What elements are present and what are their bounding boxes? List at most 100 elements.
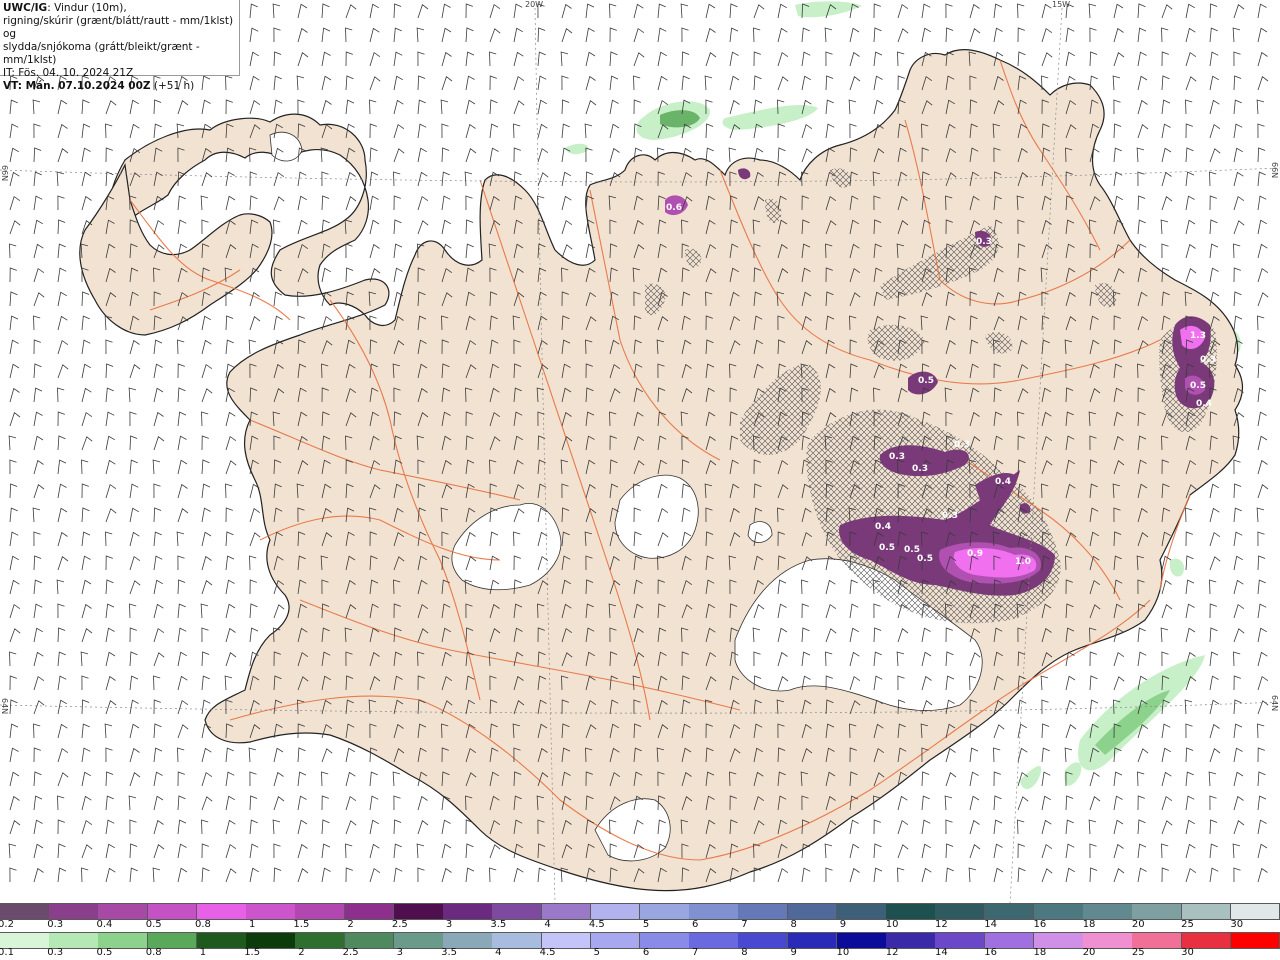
legend-swatch <box>1230 933 1280 948</box>
legend-label: 25 <box>1181 919 1194 930</box>
legend-swatch <box>689 904 739 919</box>
legend-label: 0.4 <box>96 919 113 930</box>
snow-value-label: 0.4 <box>875 522 891 532</box>
legend-swatch <box>1181 933 1232 948</box>
legend-swatch <box>984 933 1035 948</box>
legend-label: 10 <box>885 919 899 930</box>
legend-swatch <box>590 904 641 919</box>
legend-label: 16 <box>984 947 997 958</box>
snow-value-label: 0.3 <box>954 440 970 450</box>
legend-label: 2.5 <box>342 947 359 958</box>
legend-swatch <box>1033 904 1084 919</box>
lon-label-20w: 20W <box>525 0 544 9</box>
legend-label: 4 <box>544 919 551 930</box>
snow-value-label: 0.5 <box>917 554 933 564</box>
legend-label: 7 <box>692 947 699 958</box>
legend-swatch <box>935 933 986 948</box>
legend-swatch <box>886 933 936 948</box>
legend-label: 0.8 <box>194 919 211 930</box>
snow-value-label: 0.3 <box>942 511 958 521</box>
snow-value-label: 0.3 <box>976 237 992 247</box>
legend-swatch <box>196 933 247 948</box>
legend-swatch <box>836 933 887 948</box>
info-line-2: rigning/skúrir (grænt/blátt/rautt - mm/1… <box>3 15 234 40</box>
legend-label: 5 <box>593 947 600 958</box>
legend-swatch <box>1132 904 1183 919</box>
valid-time: VT: Mán. 07.10.2024 00Z (+51 h) <box>3 80 236 93</box>
legend-label: 0.5 <box>96 947 113 958</box>
rain-legend-labels: 0.1 0.3 0.5 0.8 1 1.5 2 2.5 3 3.5 4 4.5 5 6 7 8 9 10 12 14 1… <box>0 947 1280 959</box>
legend-label: 0.5 <box>145 919 162 930</box>
legend-label: 14 <box>935 947 948 958</box>
legend-label: 0.8 <box>145 947 162 958</box>
legend-label: 2 <box>298 947 305 958</box>
lat-label-66n-left: 66N <box>0 165 9 182</box>
legend-label: 6 <box>692 919 699 930</box>
legend-swatch <box>541 904 592 919</box>
legend-swatch <box>49 904 99 919</box>
legend-swatch <box>1132 933 1183 948</box>
legend-label: 8 <box>790 919 797 930</box>
legend-label: 18 <box>1082 919 1096 930</box>
legend-label: 18 <box>1033 947 1047 958</box>
legend-label: 0.2 <box>0 919 14 930</box>
legend-swatch <box>295 933 346 948</box>
legend-label: 5 <box>642 919 650 930</box>
legend-swatch <box>492 933 543 948</box>
legend-swatch <box>886 904 936 919</box>
legend-swatch <box>49 933 99 948</box>
valid-time-offset: (+51 h) <box>150 80 195 92</box>
snow-value-label: 0.4 <box>995 477 1011 487</box>
info-line-3: slydda/snjókoma (grátt/bleikt/grænt - mm… <box>3 41 200 66</box>
lat-label-64n-left: 64N <box>0 698 9 715</box>
legend-label: 4.5 <box>539 947 556 958</box>
legend-label: 14 <box>984 919 997 930</box>
legend-swatch <box>393 933 444 948</box>
snow-value-label: 0.5 <box>918 376 934 386</box>
legend-label: 8 <box>741 947 748 958</box>
legend-label: 30 <box>1181 947 1194 958</box>
legend-label: 4 <box>495 947 502 958</box>
info-line-1: UWC/IG: Vindur (10m), <box>3 2 236 15</box>
legend-label: 12 <box>935 919 948 930</box>
legend-label: 20 <box>1082 947 1096 958</box>
legend-swatch <box>738 904 789 919</box>
legend-label: 4.5 <box>588 919 605 930</box>
legend-label: 7 <box>741 919 748 930</box>
legend-label: 0.1 <box>0 947 14 958</box>
legend-swatch <box>196 904 247 919</box>
legend-swatch <box>1083 933 1133 948</box>
legend-swatch <box>98 933 149 948</box>
legend-swatch <box>295 904 346 919</box>
legend-label: 20 <box>1131 919 1145 930</box>
legend-swatch <box>935 904 986 919</box>
legend-label: 2.5 <box>391 919 408 930</box>
legend-swatch <box>738 933 789 948</box>
legend-swatch <box>0 933 50 948</box>
snow-value-label: 1.0 <box>1015 557 1031 567</box>
legend-swatch <box>0 904 50 919</box>
model-name: UWC/IG <box>3 2 48 14</box>
legend-label: 10 <box>836 947 850 958</box>
legend-label: 3.5 <box>441 947 458 958</box>
legend-swatch <box>541 933 592 948</box>
legend-label: 0.3 <box>47 947 64 958</box>
legend-label: 30 <box>1230 919 1244 930</box>
snow-value-label: 1.3 <box>1190 331 1206 341</box>
legend-swatch <box>492 904 543 919</box>
legend-label: 25 <box>1131 947 1145 958</box>
snow-value-label: 0.4 <box>1196 399 1212 409</box>
legend-swatch <box>787 904 838 919</box>
legend-label: 16 <box>1033 919 1047 930</box>
legend-swatch <box>1083 904 1133 919</box>
legend-label: 1.5 <box>293 919 310 930</box>
lat-label-64n-right: 64N <box>1270 695 1279 712</box>
legend-label: 0.3 <box>47 919 64 930</box>
legend-swatch <box>98 904 149 919</box>
legend-label: 9 <box>839 919 847 930</box>
forecast-map: 0.6 0.3 0.5 0.3 0.3 0.3 0.4 0.3 0.4 0.5 0.5 0.5 0.9 1… <box>0 0 1280 903</box>
legend-swatch <box>443 933 493 948</box>
snow-value-label: 0.3 <box>1200 355 1216 365</box>
snow-value-label: 0.5 <box>1190 381 1206 391</box>
sleet-snow-legend-labels: 0.2 0.3 0.4 0.5 0.8 1 1.5 2 2.5 3 3.5 4 4.5 5 6 7 8 9 10 12… <box>0 919 1280 931</box>
